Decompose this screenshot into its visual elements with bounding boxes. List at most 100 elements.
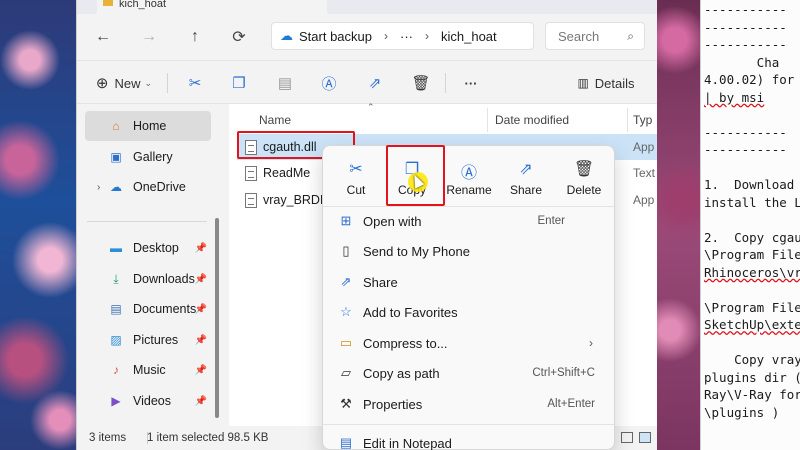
new-button[interactable]: ⊕ New ⌄ <box>93 71 155 95</box>
phone-icon: ▯ <box>342 243 350 258</box>
column-divider[interactable] <box>487 108 488 132</box>
rename-icon: Ⓐ <box>321 75 337 93</box>
pin-icon: 📌 <box>194 273 207 285</box>
selection-info: 1 item selected 98.5 KB <box>147 432 269 444</box>
explorer-tab[interactable]: kich_hoat <box>97 0 327 14</box>
pin-icon: 📌 <box>194 364 207 376</box>
documents-icon: ▤ <box>110 302 122 316</box>
copy-button[interactable]: ❐ <box>225 71 253 95</box>
chevron-right-icon[interactable]: › <box>97 182 100 193</box>
menu-item-share[interactable]: ⇗ Share <box>333 268 605 296</box>
sidebar-item-videos[interactable]: ▶ Videos 📌 <box>85 386 211 416</box>
notepad-line: ----------- <box>704 2 787 17</box>
cut-button[interactable]: ✂ <box>181 71 209 95</box>
back-button[interactable]: ← <box>89 24 117 50</box>
back-arrow-icon: ← <box>95 28 111 45</box>
sort-chevron-icon: ⌃ <box>367 102 375 112</box>
breadcrumb-current[interactable]: kich_hoat <box>441 29 497 44</box>
details-label: Details <box>594 75 635 91</box>
sidebar-item-pictures[interactable]: ▨ Pictures 📌 <box>85 325 211 355</box>
pin-icon: 📌 <box>194 334 207 346</box>
sidebar-divider <box>87 221 207 222</box>
sidebar-item-home[interactable]: ⌂ Home <box>85 111 211 141</box>
sidebar-item-documents[interactable]: ▤ Documents 📌 <box>85 294 211 324</box>
column-header-type[interactable]: Typ <box>633 108 652 132</box>
title-bar: kich_hoat <box>77 0 657 14</box>
sidebar-item-gallery[interactable]: ▣ Gallery <box>85 142 211 172</box>
sidebar-item-label: Desktop <box>133 241 179 255</box>
breadcrumb-more[interactable]: ··· <box>400 29 413 44</box>
zip-icon: ▭ <box>339 335 353 350</box>
text-file-icon <box>245 165 257 181</box>
quick-action-label: Delete <box>566 183 602 197</box>
details-pane-icon: ▥ <box>577 76 589 90</box>
forward-button[interactable]: → <box>135 24 163 50</box>
sidebar-item-label: Music <box>133 363 166 377</box>
chevron-right-icon: › <box>589 336 593 350</box>
search-input[interactable]: Search ⌕ <box>545 22 645 50</box>
menu-item-copy-as-path[interactable]: ▱ Copy as path Ctrl+Shift+C <box>333 359 605 387</box>
path-icon: ▱ <box>341 365 351 380</box>
menu-item-properties[interactable]: ⚒ Properties Alt+Enter <box>333 390 605 418</box>
refresh-button[interactable]: ⟳ <box>225 24 253 50</box>
quick-action-delete[interactable]: 🗑 Delete <box>556 152 612 204</box>
notepad-line: \Program File <box>704 299 800 315</box>
more-icon: ··· <box>464 75 478 91</box>
notepad-line: 4.00.02) for <box>704 72 795 87</box>
menu-item-send-to-phone[interactable]: ▯ Send to My Phone <box>333 237 605 265</box>
breadcrumb[interactable]: ☁ Start backup › ··· › kich_hoat <box>271 22 534 50</box>
up-button[interactable]: ↑ <box>181 24 209 50</box>
sidebar-item-desktop[interactable]: ▬ Desktop 📌 <box>85 233 211 263</box>
mouse-cursor-icon <box>408 172 428 192</box>
chevron-right-icon: › <box>425 29 429 43</box>
menu-item-add-favorites[interactable]: ☆ Add to Favorites <box>333 298 605 326</box>
menu-item-open-with[interactable]: ⊞ Open with Enter <box>333 207 605 235</box>
column-divider[interactable] <box>627 108 628 132</box>
file-name: ReadMe <box>263 166 311 180</box>
scissors-icon: ✂ <box>349 161 363 178</box>
notepad-line: | by msi <box>704 89 765 105</box>
column-header-name[interactable]: Name <box>259 108 291 132</box>
quick-action-share[interactable]: ⇗ Share <box>498 152 554 204</box>
quick-action-cut[interactable]: ✂ Cut <box>328 152 384 204</box>
toolbar-divider <box>167 73 168 93</box>
menu-item-label: Copy as path <box>363 365 440 381</box>
tiles-view-icon[interactable] <box>639 432 651 443</box>
more-options-button[interactable]: ··· <box>457 71 485 95</box>
scissors-icon: ✂ <box>188 75 202 92</box>
sidebar-item-downloads[interactable]: ⤓ Downloads 📌 <box>85 264 211 294</box>
rename-button[interactable]: Ⓐ <box>315 71 343 95</box>
details-view-icon[interactable] <box>621 432 633 443</box>
clipboard-icon: ▤ <box>277 75 293 92</box>
sidebar-item-label: Home <box>133 119 167 133</box>
notepad-line: ----------- <box>704 19 787 35</box>
notepad-line: Copy vray <box>704 352 800 367</box>
notepad-window[interactable]: ----------- ----------- ----------- Cha 4.0… <box>700 0 800 450</box>
notepad-line: ----------- <box>704 37 787 52</box>
videos-icon: ▶ <box>111 394 121 408</box>
download-icon: ⤓ <box>113 271 119 286</box>
desktop-wallpaper-right <box>655 0 700 450</box>
sidebar-item-onedrive[interactable]: › ☁ OneDrive <box>85 172 211 202</box>
share-button[interactable]: ⇗ <box>361 71 389 95</box>
column-label: Typ <box>633 113 653 127</box>
sidebar-item-music[interactable]: ♪ Music 📌 <box>85 355 211 385</box>
desktop-icon: ▬ <box>110 241 122 255</box>
desktop-wallpaper <box>0 0 80 450</box>
menu-item-edit-notepad[interactable]: ▤ Edit in Notepad <box>333 429 605 450</box>
delete-button[interactable]: 🗑 <box>407 71 435 95</box>
menu-item-compress[interactable]: ▭ Compress to... › <box>333 329 605 357</box>
breadcrumb-root[interactable]: Start backup <box>299 29 372 44</box>
forward-arrow-icon: → <box>141 28 157 45</box>
plus-icon: ⊕ <box>95 75 109 92</box>
notepad-line: \Program File <box>704 247 800 262</box>
sidebar-item-label: Videos <box>133 394 171 408</box>
copy-icon: ❐ <box>232 75 246 92</box>
details-button[interactable]: ▥ Details <box>573 71 639 95</box>
column-header-date[interactable]: Date modified <box>495 108 569 132</box>
address-bar: ← → ↑ ⟳ ☁ Start backup › ··· › kich_hoat… <box>77 14 657 60</box>
cloud-sync-icon: ☁ <box>280 28 293 43</box>
sidebar-scrollbar[interactable] <box>215 218 219 418</box>
paste-button[interactable]: ▤ <box>271 71 299 95</box>
quick-action-rename[interactable]: Ⓐ Rename <box>441 152 497 204</box>
